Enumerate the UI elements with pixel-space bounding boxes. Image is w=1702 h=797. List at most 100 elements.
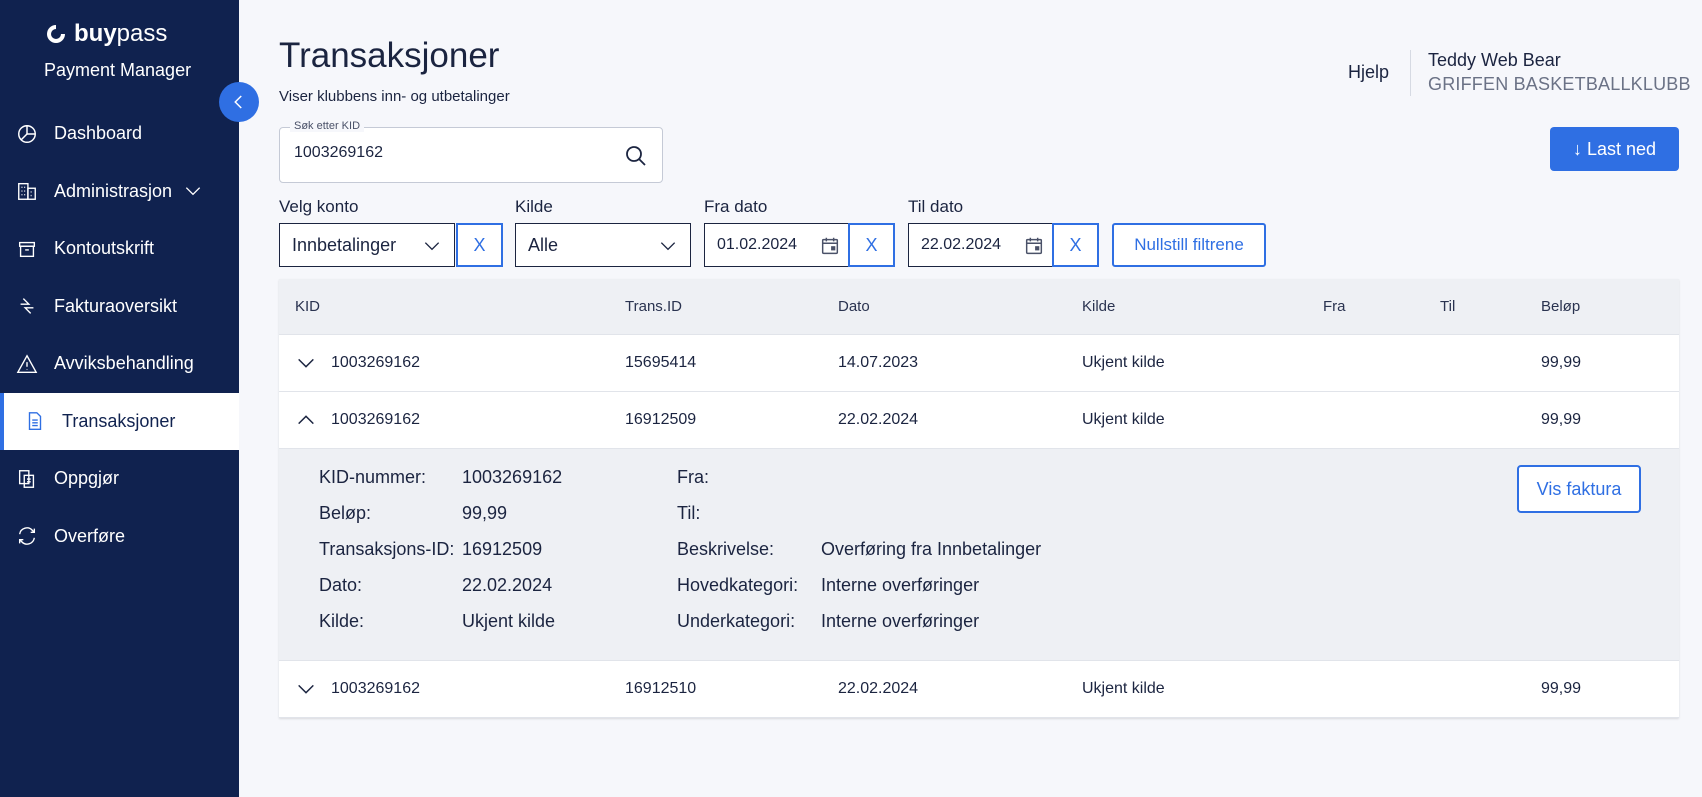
chevron-down-icon[interactable] xyxy=(295,678,317,700)
brand-name: buypass xyxy=(74,20,168,47)
user-name[interactable]: Teddy Web Bear xyxy=(1428,50,1561,71)
column-header-kid[interactable]: KID xyxy=(295,298,320,315)
clear-account-button[interactable]: X xyxy=(456,223,503,267)
collapse-sidebar-button[interactable] xyxy=(219,82,259,122)
sidebar-item-avviksbehandling[interactable]: Avviksbehandling xyxy=(0,335,239,393)
building-icon xyxy=(18,183,36,201)
detail-trans-value: 16912509 xyxy=(462,539,543,559)
column-header-amount[interactable]: Beløp xyxy=(1541,298,1580,315)
column-header-to[interactable]: Til xyxy=(1440,298,1455,315)
cell-source: Ukjent kilde xyxy=(1082,354,1165,371)
brand-subtitle: Payment Manager xyxy=(44,60,192,80)
calendar-icon[interactable] xyxy=(1023,235,1045,257)
sidebar-item-kontoutskrift[interactable]: Kontoutskrift xyxy=(0,220,239,278)
from-date-value: 01.02.2024 xyxy=(717,236,798,253)
account-select[interactable]: Innbetalinger xyxy=(279,223,455,267)
table-row[interactable]: 1003269162 16912510 22.02.2024 Ukjent ki… xyxy=(279,661,1679,718)
page-title: Transaksjoner xyxy=(279,36,500,75)
sidebar-item-label: Dashboard xyxy=(54,123,143,144)
account-filter-label: Velg konto xyxy=(279,197,359,216)
column-header-trans-id[interactable]: Trans.ID xyxy=(625,298,682,315)
sidebar-item-oppgjor[interactable]: Oppgjør xyxy=(0,450,239,508)
sidebar-item-label: Transaksjoner xyxy=(62,410,176,431)
detail-description-label: Beskrivelse: xyxy=(677,539,775,559)
help-link[interactable]: Hjelp xyxy=(1348,62,1389,83)
sidebar-item-administrasjon[interactable]: Administrasjon xyxy=(0,163,239,221)
sidebar-item-transaksjoner[interactable]: Transaksjoner xyxy=(0,392,239,450)
detail-trans-label: Transaksjons-ID: xyxy=(319,539,455,559)
cell-date: 14.07.2023 xyxy=(838,354,919,371)
detail-sub-category-label: Underkategori: xyxy=(677,611,796,631)
sidebar: buypass Payment Manager Dashboard Admini… xyxy=(0,0,239,797)
buypass-logo-icon xyxy=(47,25,65,43)
clear-to-date-button[interactable]: X xyxy=(1052,223,1099,267)
page-subtitle: Viser klubbens inn- og utbetalinger xyxy=(279,88,510,105)
detail-amount-label: Beløp: xyxy=(319,503,372,523)
brand-logo[interactable]: buypass xyxy=(44,20,167,48)
cell-trans-id: 16912510 xyxy=(625,680,697,697)
clear-from-date-button[interactable]: X xyxy=(848,223,895,267)
to-date-value: 22.02.2024 xyxy=(921,236,1002,253)
cell-kid: 1003269162 xyxy=(331,411,420,428)
document-icon xyxy=(28,412,42,431)
to-date-input[interactable]: 22.02.2024 xyxy=(908,223,1054,267)
sidebar-item-label: Kontoutskrift xyxy=(54,238,155,259)
header-divider xyxy=(1410,50,1411,96)
detail-date-label: Dato: xyxy=(319,575,363,595)
source-filter-label: Kilde xyxy=(515,197,553,216)
detail-description-value: Overføring fra Innbetalinger xyxy=(821,539,1042,559)
chevron-down-icon xyxy=(660,242,676,251)
cell-date: 22.02.2024 xyxy=(838,411,919,428)
sidebar-nav: Dashboard Administrasjon Kontoutskrift F… xyxy=(0,105,239,565)
detail-from-label: Fra: xyxy=(677,467,710,487)
column-header-source[interactable]: Kilde xyxy=(1082,298,1115,315)
cell-amount: 99,99 xyxy=(1541,354,1582,371)
chevron-down-icon[interactable] xyxy=(295,352,317,374)
settlement-icon xyxy=(18,469,35,488)
column-header-from[interactable]: Fra xyxy=(1323,298,1346,315)
cell-kid: 1003269162 xyxy=(331,354,420,371)
cell-source: Ukjent kilde xyxy=(1082,680,1165,697)
detail-kid-label: KID-nummer: xyxy=(319,467,427,487)
chevron-down-icon[interactable] xyxy=(182,181,204,201)
kid-search-field[interactable]: Søk etter KID xyxy=(279,120,663,183)
cell-amount: 99,99 xyxy=(1541,411,1582,428)
sidebar-item-label: Oppgjør xyxy=(54,468,120,489)
detail-kid-value: 1003269162 xyxy=(462,467,563,487)
download-button[interactable]: ↓ Last ned xyxy=(1550,127,1679,171)
cell-trans-id: 15695414 xyxy=(625,354,697,371)
detail-to-label: Til: xyxy=(677,503,701,523)
chevron-up-icon[interactable] xyxy=(295,409,317,431)
reset-filters-button[interactable]: Nullstill filtrene xyxy=(1112,223,1266,267)
from-date-input[interactable]: 01.02.2024 xyxy=(704,223,850,267)
cell-trans-id: 16912509 xyxy=(625,411,697,428)
sidebar-item-label: Overføre xyxy=(54,525,126,546)
search-icon[interactable] xyxy=(624,144,648,168)
calendar-icon[interactable] xyxy=(819,235,841,257)
chevron-down-icon xyxy=(424,242,440,251)
detail-source-value: Ukjent kilde xyxy=(462,611,556,631)
table-row[interactable]: 1003269162 15695414 14.07.2023 Ukjent ki… xyxy=(279,335,1679,392)
kid-search-input[interactable] xyxy=(294,144,614,162)
detail-source-label: Kilde: xyxy=(319,611,365,631)
sidebar-item-label: Avviksbehandling xyxy=(54,353,194,374)
show-invoice-button[interactable]: Vis faktura xyxy=(1517,465,1641,513)
detail-main-category-label: Hovedkategori: xyxy=(677,575,799,595)
club-name: GRIFFEN BASKETBALLKLUBB xyxy=(1428,74,1691,94)
source-select[interactable]: Alle xyxy=(515,223,691,267)
cell-kid: 1003269162 xyxy=(331,680,420,697)
transfer-arrows-icon xyxy=(20,298,34,315)
from-date-label: Fra dato xyxy=(704,197,768,216)
sidebar-item-dashboard[interactable]: Dashboard xyxy=(0,105,239,163)
detail-sub-category-value: Interne overføringer xyxy=(821,611,980,631)
table-row-expanded[interactable]: 1003269162 16912509 22.02.2024 Ukjent ki… xyxy=(279,392,1679,449)
detail-main-category-value: Interne overføringer xyxy=(821,575,980,595)
table-header: KID Trans.ID Dato Kilde Fra Til Beløp xyxy=(279,279,1679,335)
sidebar-item-label: Fakturaoversikt xyxy=(54,295,178,316)
search-legend: Søk etter KID xyxy=(290,120,365,132)
column-header-date[interactable]: Dato xyxy=(838,298,870,315)
warning-icon xyxy=(16,354,38,373)
cell-date: 22.02.2024 xyxy=(838,680,919,697)
sidebar-item-fakturaoversikt[interactable]: Fakturaoversikt xyxy=(0,278,239,336)
sidebar-item-overfore[interactable]: Overføre xyxy=(0,508,239,566)
